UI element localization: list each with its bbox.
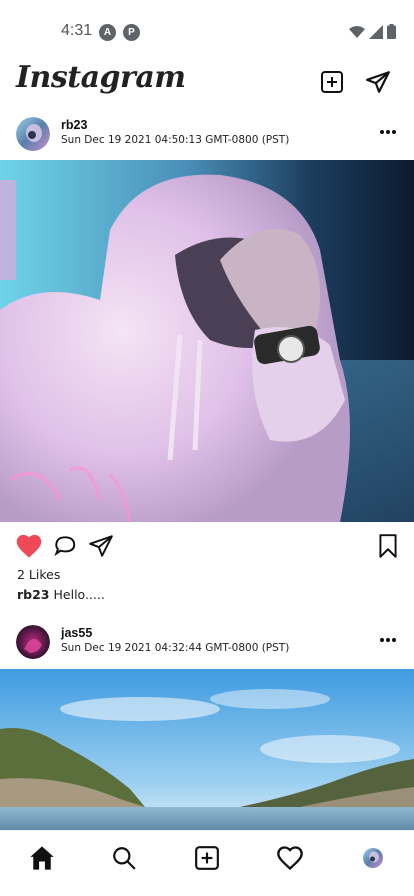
app-header: Instagram [0, 58, 414, 104]
heart-icon [277, 846, 303, 871]
comment-button[interactable] [51, 532, 79, 560]
more-dots-icon [380, 130, 396, 134]
search-icon [113, 847, 136, 870]
comment-icon [54, 536, 76, 557]
profile-avatar [363, 848, 383, 868]
avatar[interactable] [16, 117, 50, 151]
heart-filled-icon [16, 534, 42, 558]
paper-plane-icon [89, 535, 113, 557]
post-image[interactable] [0, 669, 414, 830]
post-header: rb23 Sun Dec 19 2021 04:50:13 GMT-0800 (… [0, 110, 414, 162]
add-post-button[interactable] [318, 68, 346, 96]
battery-icon [387, 24, 396, 39]
status-time: 4:31 [61, 22, 93, 39]
paper-plane-icon [366, 71, 390, 93]
plus-square-icon [321, 71, 343, 93]
post-timestamp: Sun Dec 19 2021 04:50:13 GMT-0800 (PST) [61, 134, 290, 146]
bookmark-icon [379, 534, 397, 558]
nav-search[interactable] [109, 843, 139, 873]
post-actions [0, 528, 414, 564]
home-icon [30, 846, 54, 870]
add-icon [195, 846, 219, 870]
post-timestamp: Sun Dec 19 2021 04:32:44 GMT-0800 (PST) [61, 642, 290, 654]
status-bar: 4:31 A P [0, 0, 414, 64]
cell-signal-icon [369, 24, 383, 39]
more-options-button[interactable] [378, 630, 398, 650]
post-username[interactable]: rb23 [61, 118, 87, 132]
more-dots-icon [380, 638, 396, 642]
notification-badge-icon: A [99, 24, 116, 41]
notification-badge-icon: P [123, 24, 140, 41]
post-caption: rb23 Hello..... [17, 587, 105, 602]
like-button[interactable] [15, 532, 43, 560]
bottom-navigation [0, 830, 414, 896]
share-button[interactable] [87, 532, 115, 560]
status-icons [349, 24, 396, 39]
instagram-logo[interactable]: Instagram [16, 60, 186, 95]
nav-activity[interactable] [275, 843, 305, 873]
wifi-icon [349, 25, 365, 38]
post-username[interactable]: jas55 [61, 626, 92, 640]
nav-home[interactable] [27, 843, 57, 873]
post-image[interactable] [0, 160, 414, 522]
likes-count[interactable]: 2 Likes [17, 567, 60, 582]
post-header: jas55 Sun Dec 19 2021 04:32:44 GMT-0800 … [0, 618, 414, 670]
caption-text: Hello..... [53, 587, 105, 602]
caption-username[interactable]: rb23 [17, 587, 50, 602]
direct-message-button[interactable] [364, 68, 392, 96]
avatar[interactable] [16, 625, 50, 659]
more-options-button[interactable] [378, 122, 398, 142]
bookmark-button[interactable] [374, 532, 402, 560]
nav-add[interactable] [192, 843, 222, 873]
nav-profile[interactable] [358, 843, 388, 873]
